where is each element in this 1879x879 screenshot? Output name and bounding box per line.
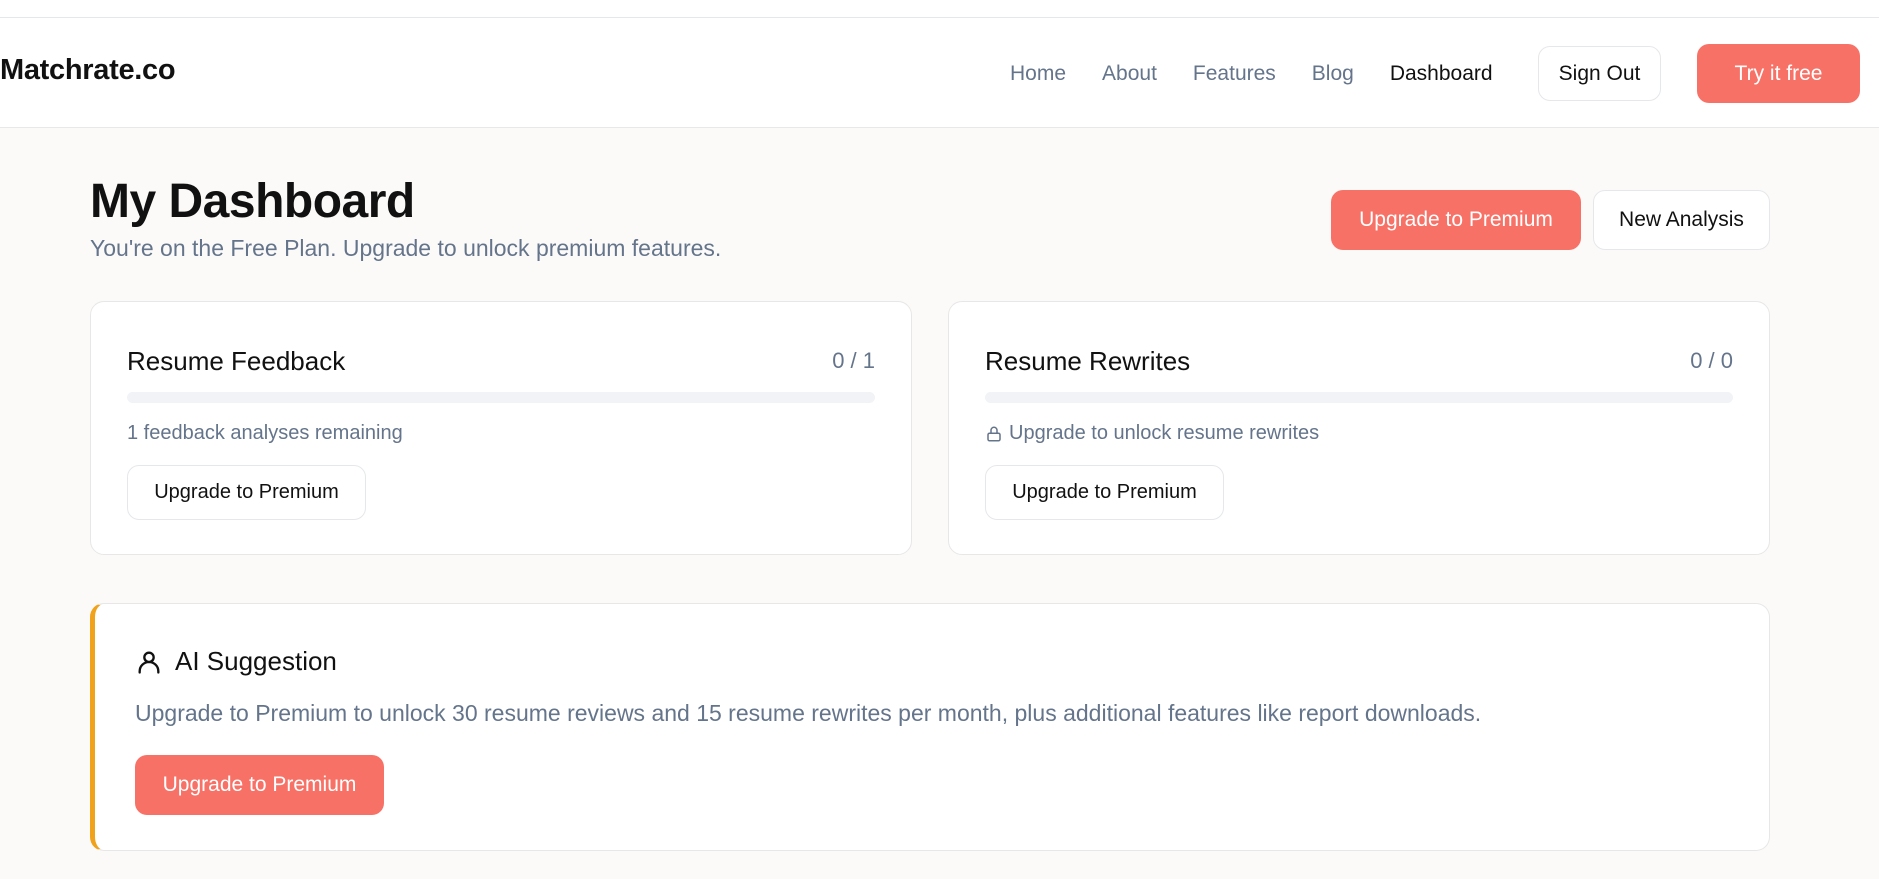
- resume-rewrites-card: Resume Rewrites 0 / 0 Upgrade to unlock …: [948, 301, 1770, 555]
- new-analysis-button[interactable]: New Analysis: [1593, 190, 1770, 250]
- card-note: Upgrade to unlock resume rewrites: [985, 422, 1319, 445]
- usage-count: 0 / 1: [832, 348, 875, 373]
- ai-suggestion-header: AI Suggestion: [135, 646, 337, 677]
- ai-suggestion-text: Upgrade to Premium to unlock 30 resume r…: [135, 700, 1482, 726]
- nav-link-about[interactable]: About: [1102, 62, 1157, 86]
- navbar: Matchrate.co Home About Features Blog Da…: [0, 18, 1879, 128]
- upgrade-premium-button[interactable]: Upgrade to Premium: [127, 465, 366, 520]
- page-subtitle: You're on the Free Plan. Upgrade to unlo…: [90, 235, 722, 261]
- resume-feedback-card: Resume Feedback 0 / 1 1 feedback analyse…: [90, 301, 912, 555]
- brand-logo[interactable]: Matchrate.co: [0, 54, 176, 87]
- upgrade-premium-button[interactable]: Upgrade to Premium: [135, 755, 384, 815]
- nav-link-dashboard[interactable]: Dashboard: [1390, 62, 1493, 86]
- nav-link-blog[interactable]: Blog: [1312, 62, 1354, 86]
- upgrade-premium-button[interactable]: Upgrade to Premium: [1331, 190, 1581, 250]
- upgrade-premium-button[interactable]: Upgrade to Premium: [985, 465, 1224, 520]
- page-title: My Dashboard: [90, 175, 415, 228]
- nav-link-home[interactable]: Home: [1010, 62, 1066, 86]
- top-divider: [0, 0, 1879, 18]
- sign-out-button[interactable]: Sign Out: [1538, 46, 1661, 101]
- ai-suggestion-title: AI Suggestion: [175, 646, 337, 676]
- usage-count: 0 / 0: [1690, 348, 1733, 373]
- card-note: 1 feedback analyses remaining: [127, 422, 403, 445]
- lock-icon: [987, 426, 1001, 441]
- nav-links: Home About Features Blog Dashboard: [1010, 62, 1529, 86]
- card-title: Resume Rewrites: [985, 346, 1191, 376]
- nav-link-features[interactable]: Features: [1193, 62, 1276, 86]
- card-note-text: 1 feedback analyses remaining: [127, 422, 403, 444]
- card-title: Resume Feedback: [127, 346, 346, 376]
- card-note-text: Upgrade to unlock resume rewrites: [1009, 422, 1320, 444]
- usage-progress-bar: [127, 392, 875, 403]
- try-free-button[interactable]: Try it free: [1697, 44, 1860, 103]
- user-icon: [138, 651, 160, 674]
- usage-progress-bar: [985, 392, 1733, 403]
- ai-suggestion-card: AI Suggestion Upgrade to Premium to unlo…: [90, 603, 1770, 851]
